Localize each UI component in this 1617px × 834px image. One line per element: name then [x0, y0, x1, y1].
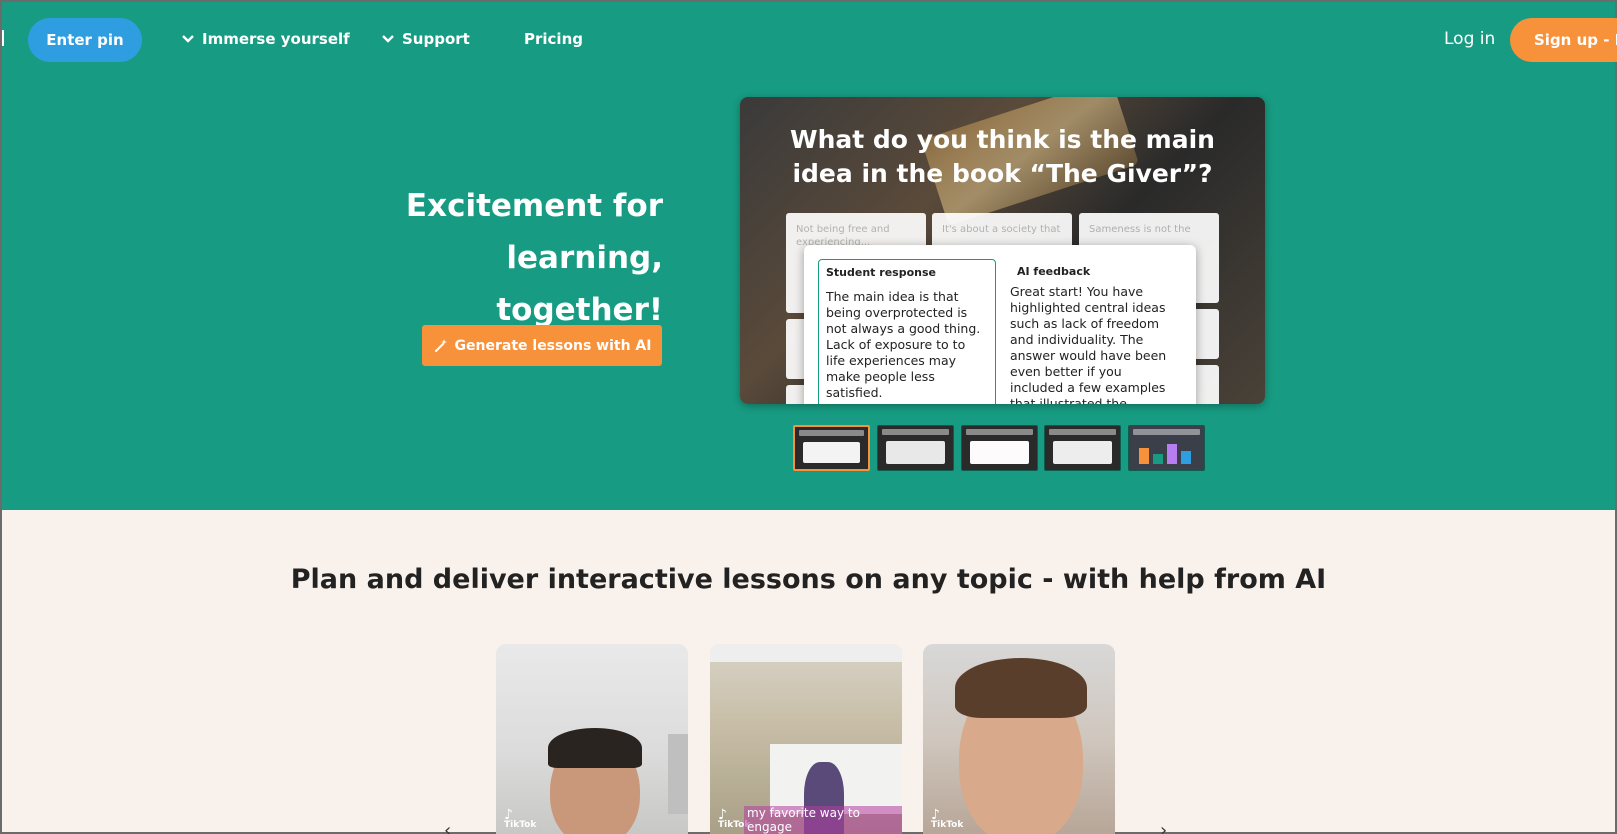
nav-immerse-label: Immerse yourself	[202, 30, 350, 48]
signup-label: Sign up - It	[1534, 31, 1617, 49]
slide-thumbnail[interactable]	[1128, 425, 1205, 471]
login-link[interactable]: Log in	[1444, 29, 1495, 49]
background-frame	[668, 734, 688, 814]
slide-thumbnail[interactable]	[877, 425, 954, 471]
student-response-box: Student response The main idea is that b…	[818, 259, 996, 404]
chevron-down-icon	[382, 35, 394, 43]
slide-question: What do you think is the main idea in th…	[790, 125, 1215, 188]
generate-lessons-button[interactable]: Generate lessons with AI	[422, 325, 662, 366]
hero-title-line1: Excitement for	[405, 188, 663, 224]
slide-thumbnail[interactable]	[961, 425, 1038, 471]
person-hair	[548, 728, 642, 768]
person-hair	[955, 658, 1087, 718]
carousel-next-arrow[interactable]: ›	[1160, 820, 1167, 834]
nav-pricing-link[interactable]: Pricing	[524, 30, 583, 48]
nav-support-label: Support	[402, 30, 470, 48]
ai-feedback-box: AI feedback Great start! You have highli…	[1004, 259, 1184, 404]
nav-immerse-dropdown[interactable]: Immerse yourself	[180, 30, 350, 48]
hero-title: Excitement for learning, together!	[343, 180, 663, 336]
enter-pin-label: Enter pin	[46, 31, 124, 49]
ceiling	[710, 644, 902, 662]
tiktok-icon: ♪	[504, 807, 513, 823]
tiktok-watermark: ♪ TikTok	[504, 807, 537, 830]
tiktok-icon: ♪	[931, 807, 940, 823]
ai-feedback-text: Great start! You have highlighted centra…	[1010, 284, 1167, 404]
slide-preview: What do you think is the main idea in th…	[740, 97, 1265, 404]
ai-feedback-header: AI feedback	[1017, 265, 1091, 278]
feedback-card: Student response The main idea is that b…	[804, 245, 1196, 404]
video-card[interactable]: ♪ TikTok	[496, 644, 688, 834]
section-title: Plan and deliver interactive lessons on …	[290, 564, 1327, 595]
video-card[interactable]: ♪ TikTok	[923, 644, 1115, 834]
hero-title-line2: learning, together!	[496, 240, 663, 328]
video-caption: my favorite way to engage	[744, 806, 902, 834]
edge-marker	[2, 30, 4, 46]
chevron-down-icon	[182, 35, 194, 43]
nav-pricing-label: Pricing	[524, 30, 583, 48]
signup-button[interactable]: Sign up - It	[1510, 18, 1617, 62]
generate-lessons-label: Generate lessons with AI	[454, 337, 652, 354]
nav-support-dropdown[interactable]: Support	[380, 30, 470, 48]
slide-thumbnail[interactable]	[793, 425, 870, 471]
magic-wand-icon	[434, 338, 447, 352]
carousel-prev-arrow[interactable]: ‹	[444, 820, 451, 834]
tiktok-watermark: ♪ TikTok	[931, 807, 964, 830]
slide-thumbnail[interactable]	[1044, 425, 1121, 471]
student-response-header: Student response	[826, 266, 936, 279]
student-response-text: The main idea is that being overprotecte…	[826, 289, 981, 400]
video-card[interactable]: ♪ TikTok my favorite way to engage	[710, 644, 902, 834]
enter-pin-button[interactable]: Enter pin	[28, 18, 142, 62]
